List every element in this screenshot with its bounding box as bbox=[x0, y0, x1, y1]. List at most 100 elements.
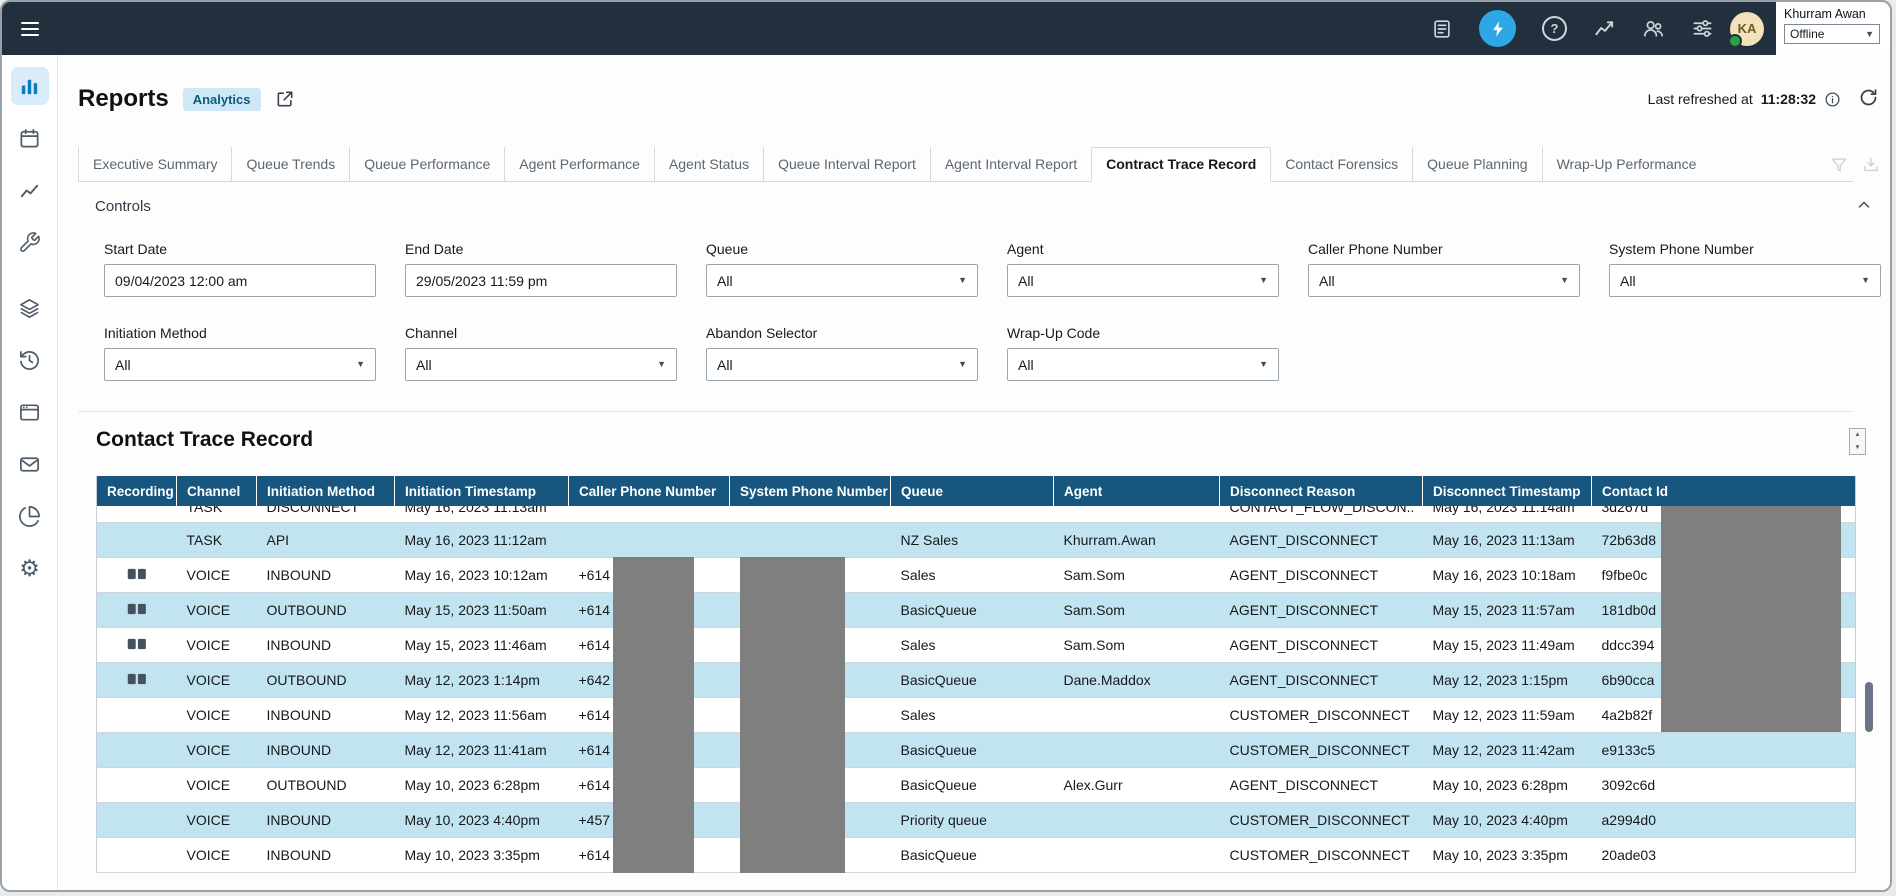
tab-agent-status[interactable]: Agent Status bbox=[654, 147, 763, 181]
tab-wrap-up-performance[interactable]: Wrap-Up Performance bbox=[1542, 147, 1711, 181]
column-header-caller-phone-number[interactable]: Caller Phone Number bbox=[569, 476, 730, 506]
sidebar-item-history[interactable] bbox=[11, 341, 49, 379]
filter-input-start-date[interactable] bbox=[104, 264, 376, 297]
filter-select-caller-phone-number[interactable]: All▼ bbox=[1308, 264, 1580, 297]
filter-select-system-phone-number[interactable]: All▼ bbox=[1609, 264, 1881, 297]
info-icon[interactable] bbox=[1824, 91, 1841, 108]
column-header-initiation-timestamp[interactable]: Initiation Timestamp bbox=[395, 476, 569, 506]
cell-initiation-timestamp: May 10, 2023 6:28pm bbox=[395, 768, 569, 803]
download-button[interactable] bbox=[1861, 155, 1881, 175]
open-in-new-window-button[interactable] bbox=[275, 89, 295, 109]
recording-icon[interactable] bbox=[127, 673, 147, 685]
sidebar-item-workspaces[interactable] bbox=[11, 393, 49, 431]
table-row[interactable]: TASKAPIMay 16, 2023 11:12amNZ SalesKhurr… bbox=[97, 523, 1856, 558]
table-row[interactable]: VOICEINBOUNDMay 12, 2023 11:41am+614+612… bbox=[97, 733, 1856, 768]
tab-agent-performance[interactable]: Agent Performance bbox=[504, 147, 654, 181]
cell-initiation-method: INBOUND bbox=[257, 698, 395, 733]
contact-trace-table: RecordingChannelInitiation MethodInitiat… bbox=[96, 476, 1856, 873]
recording-icon[interactable] bbox=[127, 568, 147, 580]
recording-icon[interactable] bbox=[127, 638, 147, 650]
cell-queue: BasicQueue bbox=[891, 838, 1054, 873]
tab-agent-interval-report[interactable]: Agent Interval Report bbox=[930, 147, 1091, 181]
cell-disconnect-reason: AGENT_DISCONNECT bbox=[1220, 628, 1423, 663]
mail-icon bbox=[18, 453, 41, 476]
hamburger-menu-button[interactable] bbox=[18, 17, 42, 41]
table-title: Contact Trace Record bbox=[96, 428, 1853, 452]
filter-input-end-date[interactable] bbox=[405, 264, 677, 297]
sidebar-item-queues[interactable] bbox=[11, 289, 49, 327]
cell-disconnect-reason: CUSTOMER_DISCONNECT bbox=[1220, 698, 1423, 733]
cell-channel: TASK bbox=[177, 523, 257, 558]
cell-recording bbox=[97, 663, 177, 698]
tab-contract-trace-record[interactable]: Contract Trace Record bbox=[1091, 147, 1271, 182]
tab-queue-interval-report[interactable]: Queue Interval Report bbox=[763, 147, 930, 181]
cell-disconnect-timestamp: May 10, 2023 4:40pm bbox=[1423, 803, 1592, 838]
table-row[interactable]: VOICEINBOUNDMay 15, 2023 11:46am+614+612… bbox=[97, 628, 1856, 663]
table-row[interactable]: VOICEINBOUNDMay 12, 2023 11:56am+614+612… bbox=[97, 698, 1856, 733]
column-header-agent[interactable]: Agent bbox=[1054, 476, 1220, 506]
avatar[interactable]: KA bbox=[1730, 12, 1764, 46]
table-row[interactable]: VOICEINBOUNDMay 10, 2023 4:40pm+457+612P… bbox=[97, 803, 1856, 838]
recording-icon[interactable] bbox=[127, 603, 147, 615]
users-icon bbox=[1642, 17, 1665, 40]
quick-actions-button[interactable] bbox=[1479, 10, 1516, 47]
column-header-system-phone-number[interactable]: System Phone Number bbox=[730, 476, 891, 506]
filter-select-abandon-selector[interactable]: All▼ bbox=[706, 348, 978, 381]
sidebar-item-schedule[interactable] bbox=[11, 119, 49, 157]
help-button[interactable]: ? bbox=[1542, 16, 1567, 41]
refresh-button[interactable] bbox=[1858, 87, 1879, 108]
filter-select-queue[interactable]: All▼ bbox=[706, 264, 978, 297]
tab-queue-planning[interactable]: Queue Planning bbox=[1412, 147, 1541, 181]
column-header-queue[interactable]: Queue bbox=[891, 476, 1054, 506]
metrics-button[interactable] bbox=[1593, 17, 1616, 40]
column-header-contact-id[interactable]: Contact Id bbox=[1592, 476, 1856, 506]
cell-initiation-method: INBOUND bbox=[257, 803, 395, 838]
cell-initiation-timestamp: May 15, 2023 11:50am bbox=[395, 593, 569, 628]
tab-queue-trends[interactable]: Queue Trends bbox=[231, 147, 349, 181]
agents-button[interactable] bbox=[1642, 17, 1665, 40]
sidebar-item-settings[interactable]: ⚙ bbox=[11, 549, 49, 587]
sidebar-item-tools[interactable] bbox=[11, 223, 49, 261]
funnel-icon bbox=[1829, 155, 1849, 175]
feedback-button[interactable] bbox=[1431, 18, 1453, 40]
cell-disconnect-reason: AGENT_DISCONNECT bbox=[1220, 768, 1423, 803]
settings-button[interactable] bbox=[1691, 17, 1714, 40]
filter-select-channel[interactable]: All▼ bbox=[405, 348, 677, 381]
collapse-controls-button[interactable] bbox=[1855, 196, 1873, 214]
table-row[interactable]: VOICEINBOUNDMay 16, 2023 10:12am+614+612… bbox=[97, 558, 1856, 593]
column-header-initiation-method[interactable]: Initiation Method bbox=[257, 476, 395, 506]
table-row[interactable]: VOICEOUTBOUNDMay 12, 2023 1:14pm+642+612… bbox=[97, 663, 1856, 698]
table-row[interactable]: TASKDISCONNECTMay 16, 2023 11:13amCONTAC… bbox=[97, 506, 1856, 523]
sidebar-item-reports[interactable] bbox=[11, 67, 49, 105]
table-row[interactable]: VOICEOUTBOUNDMay 10, 2023 6:28pm+614+612… bbox=[97, 768, 1856, 803]
chevron-down-icon: ▼ bbox=[1259, 276, 1268, 285]
filter-select-wrap-up-code[interactable]: All▼ bbox=[1007, 348, 1279, 381]
cell-agent bbox=[1054, 803, 1220, 838]
cell-initiation-timestamp: May 15, 2023 11:46am bbox=[395, 628, 569, 663]
agent-status-select[interactable]: Offline ▼ bbox=[1784, 24, 1880, 44]
scroll-up-button[interactable]: ▲ bbox=[1850, 429, 1865, 442]
table-row[interactable]: VOICEINBOUNDMay 10, 2023 3:35pm+614+612B… bbox=[97, 838, 1856, 873]
tab-executive-summary[interactable]: Executive Summary bbox=[78, 147, 231, 181]
filter-select-agent[interactable]: All▼ bbox=[1007, 264, 1279, 297]
history-icon bbox=[18, 349, 41, 372]
table-row[interactable]: VOICEOUTBOUNDMay 15, 2023 11:50am+614+61… bbox=[97, 593, 1856, 628]
tab-contact-forensics[interactable]: Contact Forensics bbox=[1271, 147, 1412, 181]
column-header-channel[interactable]: Channel bbox=[177, 476, 257, 506]
sidebar-item-trends[interactable] bbox=[11, 171, 49, 209]
tab-queue-performance[interactable]: Queue Performance bbox=[349, 147, 504, 181]
cell-disconnect-reason: CUSTOMER_DISCONNECT bbox=[1220, 803, 1423, 838]
scroll-down-button[interactable]: ▼ bbox=[1850, 442, 1865, 455]
top-bar: ? KA Khurram Awan bbox=[2, 2, 1890, 55]
sidebar-item-messages[interactable] bbox=[11, 445, 49, 483]
sidebar-item-analytics[interactable] bbox=[11, 497, 49, 535]
chevron-down-icon: ▼ bbox=[1560, 276, 1569, 285]
filter-button[interactable] bbox=[1829, 155, 1849, 175]
redaction-overlay-system-phone bbox=[740, 557, 845, 873]
column-header-disconnect-timestamp[interactable]: Disconnect Timestamp bbox=[1423, 476, 1592, 506]
arrow-down-icon: ▼ bbox=[1854, 444, 1860, 451]
column-header-recording[interactable]: Recording bbox=[97, 476, 177, 506]
filter-select-initiation-method[interactable]: All▼ bbox=[104, 348, 376, 381]
table-scrollbar-thumb[interactable] bbox=[1865, 682, 1873, 732]
column-header-disconnect-reason[interactable]: Disconnect Reason bbox=[1220, 476, 1423, 506]
